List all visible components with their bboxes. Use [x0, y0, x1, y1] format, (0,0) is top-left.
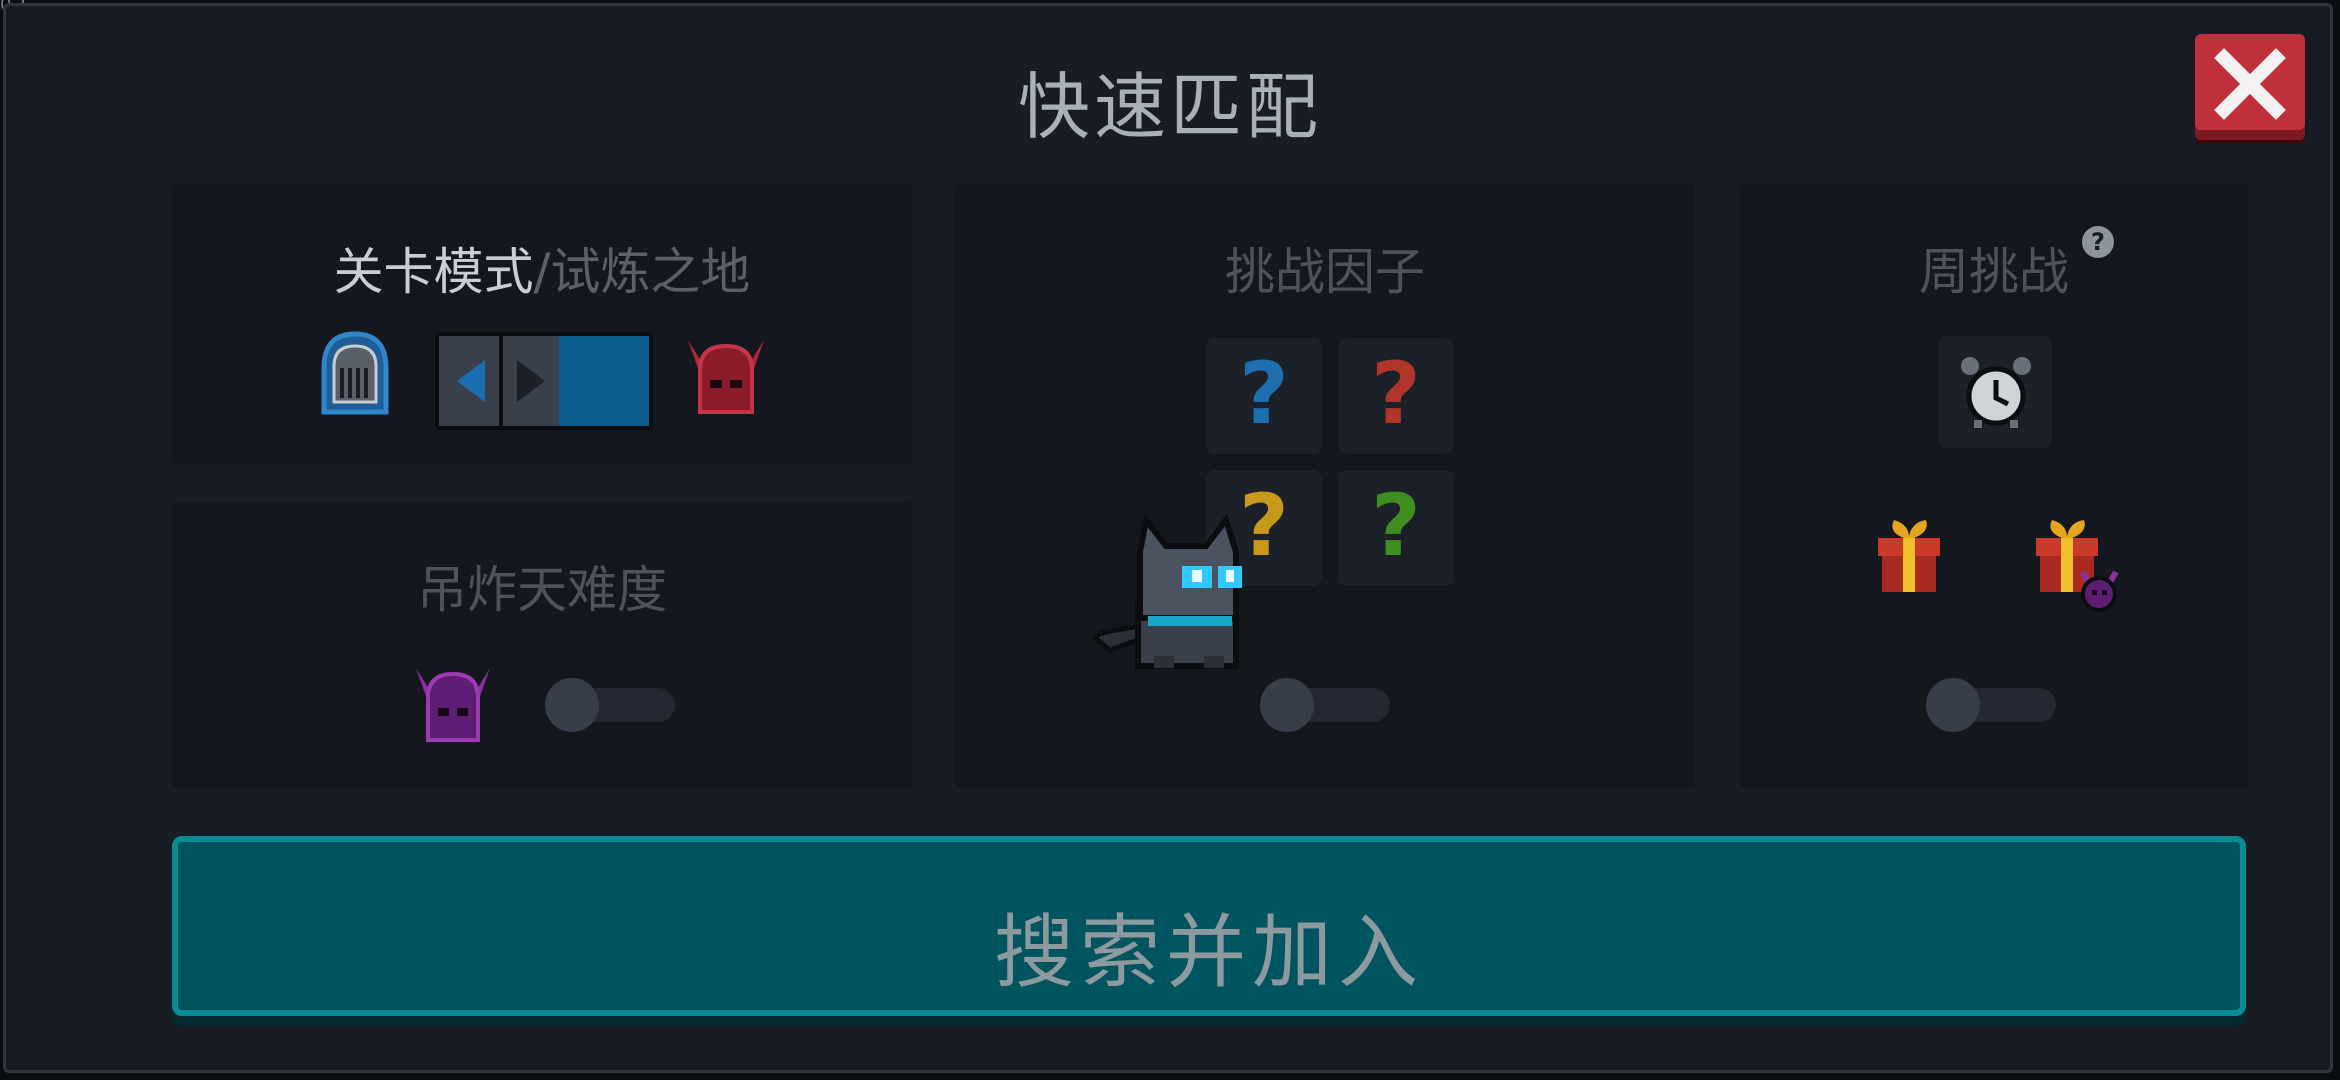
search-and-join-button[interactable]: 搜索并加入: [172, 836, 2246, 1016]
purple-demon-helmet-icon: [416, 668, 490, 742]
weekly-alarm-slot: [1938, 336, 2052, 448]
gift-box-demon-icon: [2036, 520, 2119, 612]
challenge-factor-title: 挑战因子: [1225, 243, 1425, 301]
weekly-challenge-title: 周挑战: [1919, 243, 2069, 301]
factor-slot-red[interactable]: ?: [1338, 338, 1454, 454]
arrow-left-icon: [457, 360, 485, 402]
demon-helmet-icon: [688, 340, 764, 414]
mode-primary-label: 关卡模式: [333, 243, 534, 301]
alarm-clock-icon: [1961, 357, 2031, 428]
close-button[interactable]: ✕: [2195, 34, 2305, 140]
arrow-right-icon: [517, 360, 545, 402]
challenge-factor-toggle[interactable]: [1260, 678, 1390, 732]
mode-switch-selected: [559, 336, 649, 426]
weekly-challenge-toggle[interactable]: [1926, 678, 2056, 732]
factor-slot-blue[interactable]: ?: [1206, 338, 1322, 454]
mode-switch[interactable]: [435, 332, 653, 430]
search-and-join-label: 搜索并加入: [994, 906, 1424, 999]
dialog-title: 快速匹配: [1017, 65, 1322, 149]
question-mark-blue-icon: ?: [1239, 344, 1289, 444]
difficulty-panel: 吊炸天难度: [172, 502, 912, 788]
close-icon: [2214, 48, 2286, 120]
weekly-help-icon[interactable]: ?: [2082, 226, 2114, 258]
factor-slot-green[interactable]: ?: [1338, 470, 1454, 586]
game-screen: 0.1 快速匹配 ✕ 关卡模式/试炼之地: [0, 0, 2340, 1080]
question-mark-green-icon: ?: [1371, 476, 1421, 576]
cat-pet-icon: [1093, 512, 1242, 669]
question-mark-red-icon: ?: [1371, 344, 1421, 444]
mode-secondary-label: 试炼之地: [550, 243, 751, 301]
difficulty-toggle[interactable]: [545, 678, 675, 732]
knight-helmet-icon: [321, 331, 389, 415]
difficulty-title: 吊炸天难度: [417, 561, 667, 619]
mode-separator: /: [533, 243, 551, 301]
gift-box-icon: [1878, 520, 1940, 592]
